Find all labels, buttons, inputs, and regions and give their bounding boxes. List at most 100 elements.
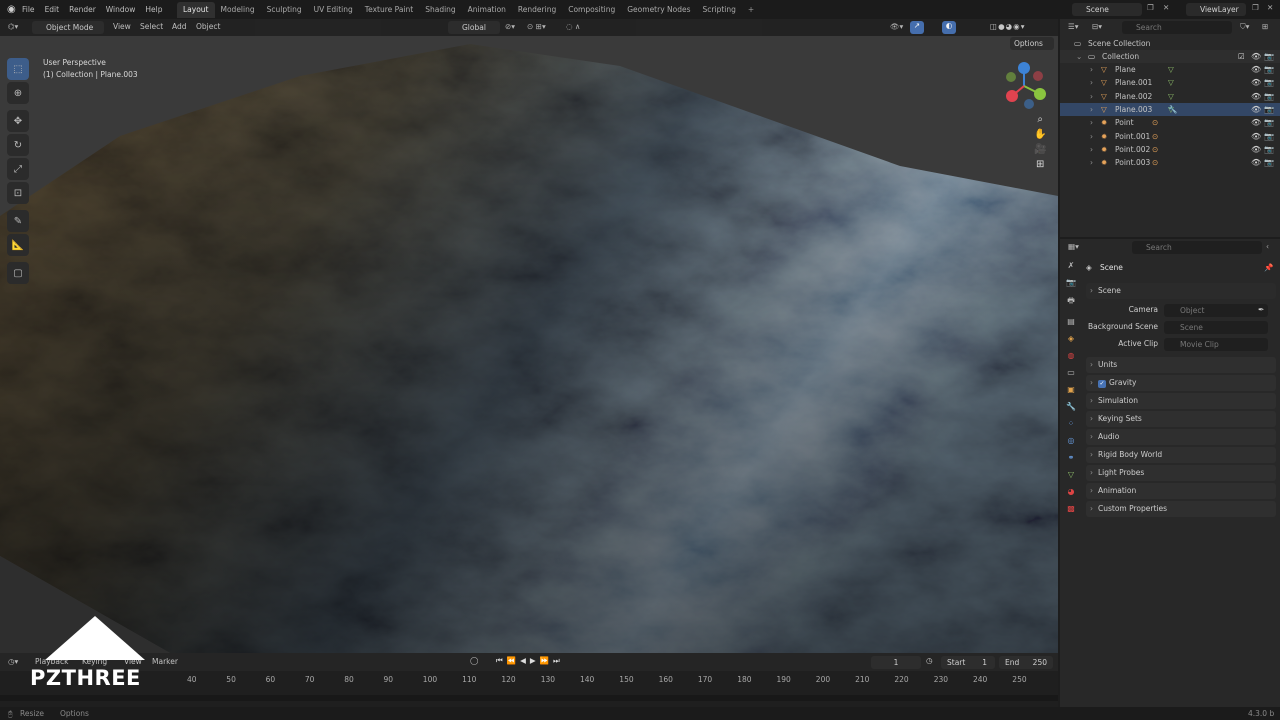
expand-icon[interactable]: › (1090, 63, 1093, 76)
expand-icon[interactable]: › (1090, 143, 1093, 156)
menu-help[interactable]: Help (145, 5, 162, 14)
rotate-tool-icon[interactable]: ↻ (7, 134, 29, 156)
panel-simulation[interactable]: Simulation (1086, 393, 1276, 409)
render-camera-icon[interactable]: 📷 (1264, 130, 1274, 143)
outliner-item[interactable]: › ✹ Point.003 ⊙ 👁 📷 (1060, 156, 1280, 169)
tab-rendering[interactable]: Rendering (512, 2, 562, 18)
tab-uv-editing[interactable]: UV Editing (308, 2, 359, 18)
pin-icon[interactable]: 📌 (1264, 263, 1273, 272)
new-collection-icon[interactable]: ⊞ (1262, 22, 1268, 31)
mesh-data-icon[interactable]: ▽ (1168, 90, 1174, 103)
light-data-icon[interactable]: ⊙ (1152, 130, 1158, 143)
navigation-gizmo[interactable] (1002, 62, 1050, 110)
mesh-data-icon[interactable]: ▽ (1168, 63, 1174, 76)
collection-checkbox-icon[interactable]: ☑ (1238, 50, 1245, 63)
render-camera-icon[interactable]: 📷 (1264, 143, 1274, 156)
jump-start-icon[interactable]: ⏮ (496, 656, 503, 666)
blender-logo-icon[interactable]: ◉ (7, 4, 16, 15)
menu-file[interactable]: File (22, 5, 35, 14)
collection-tab-icon[interactable]: ▭ (1067, 368, 1075, 377)
tab-modeling[interactable]: Modeling (215, 2, 261, 18)
play-reverse-icon[interactable]: ◀ (520, 656, 526, 666)
move-tool-icon[interactable]: ✥ (7, 110, 29, 132)
tool-tab-icon[interactable]: ✗ (1068, 261, 1075, 270)
tab-scripting[interactable]: Scripting (697, 2, 742, 18)
panel-gravity[interactable]: ✓Gravity (1086, 375, 1276, 391)
tab-compositing[interactable]: Compositing (562, 2, 621, 18)
preview-range-icon[interactable]: ◷ (926, 656, 933, 665)
expand-icon[interactable]: › (1090, 103, 1093, 116)
properties-options-icon[interactable]: ‹ (1266, 242, 1269, 251)
render-camera-icon[interactable]: 📷 (1264, 63, 1274, 76)
light-data-icon[interactable]: ⊙ (1152, 143, 1158, 156)
render-camera-icon[interactable]: 📷 (1264, 76, 1274, 89)
ortho-toggle-icon[interactable]: ⊞ (1036, 159, 1044, 170)
expand-icon[interactable]: › (1090, 130, 1093, 143)
menu-window[interactable]: Window (106, 5, 136, 14)
light-data-icon[interactable]: ⊙ (1152, 116, 1158, 129)
visibility-eye-icon[interactable]: 👁 (1251, 63, 1261, 76)
pan-icon[interactable]: ✋ (1034, 129, 1046, 140)
background-scene-field[interactable]: Scene (1164, 321, 1268, 334)
expand-icon[interactable]: › (1090, 76, 1093, 89)
collection-render-icon[interactable]: 📷 (1264, 50, 1274, 63)
visibility-icon[interactable]: 👁▾ (890, 22, 903, 31)
panel-audio[interactable]: Audio (1086, 429, 1276, 445)
axis-z-icon[interactable] (1018, 62, 1030, 74)
texture-tab-icon[interactable]: ▩ (1067, 504, 1075, 513)
material-tab-icon[interactable]: ◕ (1068, 487, 1075, 496)
outliner-search[interactable]: Search (1122, 21, 1232, 34)
view-layer-selector[interactable]: ViewLayer (1186, 3, 1246, 16)
shading-modes-icon[interactable]: ◫●◕◉▾ (990, 22, 1025, 31)
outliner-collection[interactable]: ⌄ ▭ Collection ☑ 👁 📷 (1060, 50, 1280, 63)
tab-geometry-nodes[interactable]: Geometry Nodes (621, 2, 696, 18)
outliner-item[interactable]: › ▽ Plane ▽ 👁 📷 (1060, 63, 1280, 76)
timeline-editor-icon[interactable]: ◷▾ (8, 657, 18, 666)
gravity-checkbox[interactable]: ✓ (1098, 380, 1106, 388)
visibility-eye-icon[interactable]: 👁 (1251, 116, 1261, 129)
start-frame-field[interactable]: Start 1 (941, 656, 995, 669)
render-camera-icon[interactable]: 📷 (1264, 156, 1274, 169)
visibility-eye-icon[interactable]: 👁 (1251, 103, 1261, 116)
active-clip-field[interactable]: Movie Clip (1164, 338, 1268, 351)
panel-animation[interactable]: Animation (1086, 483, 1276, 499)
render-camera-icon[interactable]: 📷 (1264, 116, 1274, 129)
properties-editor-icon[interactable]: ▦▾ (1068, 242, 1079, 251)
modifier-icon[interactable]: 🔧 (1168, 103, 1177, 116)
copy-view-layer-icon[interactable]: ❐ (1252, 3, 1259, 12)
tab-shading[interactable]: Shading (419, 2, 461, 18)
visibility-eye-icon[interactable]: 👁 (1251, 130, 1261, 143)
display-mode-icon[interactable]: ⊟▾ (1092, 22, 1102, 31)
delete-scene-icon[interactable]: ✕ (1163, 3, 1169, 12)
outliner-scene-collection[interactable]: ▭ Scene Collection (1060, 37, 1280, 50)
add-cube-tool-icon[interactable]: ▢ (7, 262, 29, 284)
select-box-tool-icon[interactable]: ⬚ (7, 58, 29, 80)
viewport-menu-view[interactable]: View (113, 22, 131, 31)
options-dropdown[interactable]: Options (1010, 37, 1054, 50)
visibility-eye-icon[interactable]: 👁 (1251, 156, 1261, 169)
next-key-icon[interactable]: ⏩ (540, 656, 549, 666)
timeline-scrollbar[interactable] (0, 695, 1058, 701)
outliner-item[interactable]: › ✹ Point.001 ⊙ 👁 📷 (1060, 130, 1280, 143)
visibility-eye-icon[interactable]: 👁 (1251, 143, 1261, 156)
visibility-eye-icon[interactable]: 👁 (1251, 90, 1261, 103)
viewport-menu-select[interactable]: Select (140, 22, 163, 31)
expand-icon[interactable]: › (1090, 90, 1093, 103)
auto-key-icon[interactable]: ◯ (470, 656, 478, 665)
copy-scene-icon[interactable]: ❐ (1147, 3, 1154, 12)
editor-type-icon[interactable]: ⌬▾ (8, 22, 18, 31)
cursor-tool-icon[interactable]: ⊕ (7, 82, 29, 104)
physics-tab-icon[interactable]: ◎ (1068, 436, 1075, 445)
render-camera-icon[interactable]: 📷 (1264, 103, 1274, 116)
outliner-item[interactable]: › ✹ Point ⊙ 👁 📷 (1060, 116, 1280, 129)
mesh-data-icon[interactable]: ▽ (1168, 76, 1174, 89)
measure-tool-icon[interactable]: 📐 (7, 234, 29, 256)
object-tab-icon[interactable]: ▣ (1067, 385, 1075, 394)
menu-render[interactable]: Render (69, 5, 96, 14)
scene-selector[interactable]: Scene (1072, 3, 1142, 16)
collection-visibility-icon[interactable]: 👁 (1251, 50, 1261, 63)
proportional-edit-icon[interactable]: ◌ ∧ (566, 22, 580, 31)
panel-light-probes[interactable]: Light Probes (1086, 465, 1276, 481)
scale-tool-icon[interactable]: ⤢ (7, 158, 29, 180)
viewport-menu-add[interactable]: Add (172, 22, 187, 31)
